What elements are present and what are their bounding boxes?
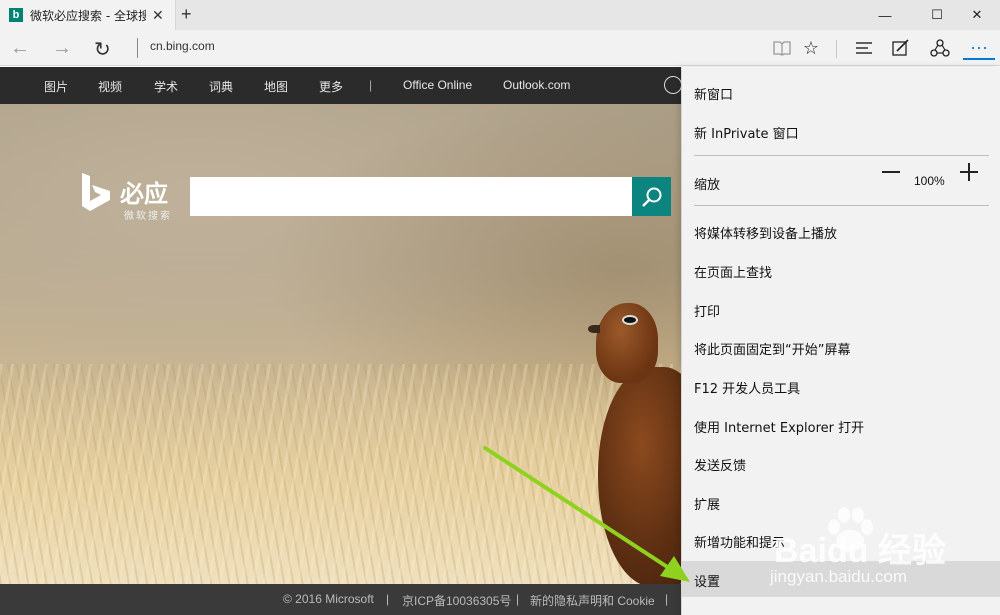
share-icon[interactable] xyxy=(926,36,954,60)
new-tab-icon[interactable]: + xyxy=(181,4,192,25)
zoom-in-icon[interactable] xyxy=(960,163,978,181)
bing-logo-text: 必应 xyxy=(120,180,168,208)
menu-item-send-feedback[interactable]: 发送反馈 xyxy=(694,455,746,474)
bing-logo-subtitle: 微软搜索 xyxy=(124,211,172,222)
footer-privacy[interactable]: 新的隐私声明和 Cookie xyxy=(530,592,655,609)
nav-academic[interactable]: 学术 xyxy=(154,78,178,95)
footer-copyright: © 2016 Microsoft xyxy=(283,592,374,606)
nav-more[interactable]: 更多 xyxy=(319,78,343,95)
menu-divider xyxy=(694,155,989,156)
more-ellipsis-icon[interactable]: ··· xyxy=(963,36,995,60)
nav-videos[interactable]: 视频 xyxy=(98,78,122,95)
menu-divider xyxy=(694,205,989,206)
url-field[interactable]: cn.bing.com xyxy=(150,39,215,53)
footer-divider: | xyxy=(516,592,520,606)
watermark-url: jingyan.baidu.com xyxy=(770,567,908,586)
reading-view-icon[interactable] xyxy=(768,36,796,60)
baidu-watermark: Baidu 经验 jingyan.baidu.com xyxy=(770,505,995,605)
bing-logo[interactable]: 必应 微软搜索 xyxy=(80,172,190,222)
back-arrow-icon[interactable]: ← xyxy=(10,37,30,60)
nav-maps[interactable]: 地图 xyxy=(264,78,288,95)
close-tab-icon[interactable]: ✕ xyxy=(152,7,164,24)
tab-title: 微软必应搜索 - 全球搜索 xyxy=(30,8,146,23)
menu-item-f12-devtools[interactable]: F12 开发人员工具 xyxy=(694,378,800,397)
refresh-icon[interactable]: ↻ xyxy=(94,37,111,62)
nav-divider: | xyxy=(369,78,373,92)
hub-icon[interactable] xyxy=(850,36,878,60)
footer-divider: | xyxy=(386,592,390,606)
watermark-text: Baidu 经验 xyxy=(774,532,946,570)
forward-arrow-icon[interactable]: → xyxy=(52,37,72,60)
nav-office-online[interactable]: Office Online xyxy=(403,78,472,92)
nav-images[interactable]: 图片 xyxy=(44,78,68,95)
address-divider xyxy=(137,38,138,58)
minimize-icon[interactable]: — xyxy=(862,0,908,30)
menu-item-new-inprivate[interactable]: 新 InPrivate 窗口 xyxy=(694,123,799,142)
nav-dictionary[interactable]: 词典 xyxy=(209,78,233,95)
zoom-out-icon[interactable] xyxy=(882,171,900,173)
star-icon[interactable]: ☆ xyxy=(797,36,825,60)
grouse-bird-beak xyxy=(588,325,600,333)
zoom-value: 100% xyxy=(914,174,945,188)
menu-item-cast-media[interactable]: 将媒体转移到设备上播放 xyxy=(694,223,837,242)
menu-item-find-on-page[interactable]: 在页面上查找 xyxy=(694,262,772,281)
nav-outlook[interactable]: Outlook.com xyxy=(503,78,570,92)
browser-tab[interactable]: b 微软必应搜索 - 全球搜索 ✕ xyxy=(0,0,176,30)
menu-item-print[interactable]: 打印 xyxy=(694,301,720,320)
menu-item-extensions[interactable]: 扩展 xyxy=(694,494,720,513)
globe-icon[interactable] xyxy=(664,76,682,94)
menu-item-settings[interactable]: 设置 xyxy=(694,571,720,590)
menu-item-new-window[interactable]: 新窗口 xyxy=(694,84,733,103)
toolbar-divider xyxy=(836,40,837,58)
bing-b-icon xyxy=(82,173,110,211)
web-note-icon[interactable] xyxy=(887,36,915,60)
search-input[interactable] xyxy=(190,177,632,216)
close-window-icon[interactable]: ✕ xyxy=(954,0,1000,30)
menu-item-open-with-ie[interactable]: 使用 Internet Explorer 打开 xyxy=(694,417,864,436)
footer-divider: | xyxy=(665,592,669,606)
search-button[interactable] xyxy=(632,177,671,216)
menu-item-pin-to-start[interactable]: 将此页面固定到“开始”屏幕 xyxy=(694,339,850,358)
title-bar: b 微软必应搜索 - 全球搜索 ✕ + — ☐ ✕ xyxy=(0,0,1000,30)
search-icon xyxy=(641,187,661,207)
address-bar: ← → ↻ cn.bing.com ☆ ··· xyxy=(0,30,1000,66)
footer-icp[interactable]: 京ICP备10036305号 xyxy=(402,592,511,609)
bing-favicon-icon: b xyxy=(9,8,23,22)
grouse-bird-eye xyxy=(622,315,638,325)
menu-item-zoom-label: 缩放 xyxy=(694,178,721,193)
